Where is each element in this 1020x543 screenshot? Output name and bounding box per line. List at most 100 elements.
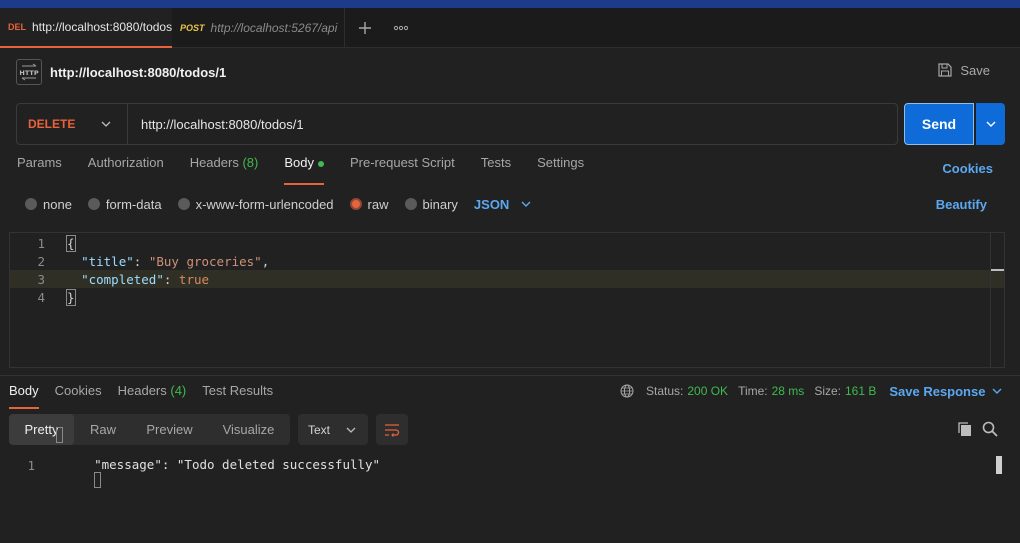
tab-prerequest-script[interactable]: Pre-request Script — [350, 155, 455, 181]
chevron-down-icon — [101, 121, 111, 127]
response-tabs: Body Cookies Headers (4) Test Results — [9, 383, 289, 409]
line-number: 1 — [27, 457, 35, 473]
response-headers-count: (4) — [170, 383, 187, 398]
json-string-value: "Buy groceries" — [148, 253, 262, 269]
tab-url-label: http://localhost:5267/api — [210, 21, 338, 35]
wrap-icon — [385, 423, 400, 437]
method-value: DELETE — [28, 117, 76, 131]
status-value[interactable]: 200 OK — [687, 384, 728, 398]
code-line: 1 { — [10, 234, 1004, 252]
code-line-current: 3 "completed": true — [10, 270, 1004, 288]
cookies-link[interactable]: Cookies — [942, 161, 993, 176]
radio-label: form-data — [105, 196, 162, 212]
save-icon — [938, 63, 952, 77]
editor-scrollbar[interactable] — [990, 233, 1004, 367]
response-body-line: 1 "message": "Todo deleted successfully" — [0, 426, 380, 489]
ellipsis-icon — [393, 25, 409, 31]
radio-label: binary — [422, 196, 458, 212]
line-number: 3 — [37, 271, 45, 287]
body-indicator-dot — [317, 160, 324, 167]
radio-label: x-www-form-urlencoded — [195, 196, 334, 212]
radio-label: none — [43, 196, 72, 212]
tab-method-badge: POST — [180, 23, 205, 33]
tab-delete-todos[interactable]: DEL http://localhost:8080/todos/1 — [0, 8, 172, 48]
radio-circle — [404, 198, 417, 210]
save-label: Save — [960, 62, 990, 78]
json-key: "title" — [81, 253, 134, 269]
response-scrollbar[interactable] — [996, 456, 1002, 474]
json-key: "completed" — [81, 271, 164, 287]
tab-post-api[interactable]: POST http://localhost:5267/api — [172, 8, 345, 48]
radio-label: raw — [367, 196, 389, 212]
send-options-button[interactable] — [976, 103, 1005, 145]
size-value[interactable]: 161 B — [845, 384, 876, 398]
tab-body[interactable]: Body — [284, 155, 324, 185]
request-header: HTTP http://localhost:8080/todos/1 — [16, 58, 226, 86]
tab-settings[interactable]: Settings — [537, 155, 584, 181]
chevron-down-icon — [992, 388, 1002, 394]
copy-button[interactable] — [957, 421, 973, 440]
copy-icon — [958, 422, 971, 436]
time-value[interactable]: 28 ms — [772, 384, 805, 398]
radio-circle-selected — [349, 198, 362, 210]
response-tab-body[interactable]: Body — [9, 383, 39, 409]
tab-authorization[interactable]: Authorization — [88, 155, 164, 181]
json-boolean-value: true — [178, 271, 210, 287]
response-tab-headers[interactable]: Headers (4) — [118, 383, 187, 403]
url-input[interactable]: http://localhost:8080/todos/1 — [128, 117, 304, 132]
save-button[interactable]: Save — [937, 62, 990, 78]
tab-headers[interactable]: Headers (8) — [190, 155, 259, 181]
line-number: 2 — [37, 253, 45, 269]
request-title[interactable]: http://localhost:8080/todos/1 — [50, 65, 226, 80]
url-bar: DELETE http://localhost:8080/todos/1 — [16, 103, 898, 145]
window-top-bar — [0, 0, 1020, 8]
http-icon: HTTP — [16, 59, 42, 85]
body-format-select[interactable]: JSON — [474, 197, 531, 212]
radio-raw[interactable]: raw — [349, 196, 389, 212]
tab-strip: DEL http://localhost:8080/todos/1 POST h… — [0, 8, 1020, 48]
tab-url-label: http://localhost:8080/todos/1 — [32, 20, 172, 34]
tab-body-label: Body — [284, 155, 314, 170]
time-label: Time: — [738, 384, 768, 398]
tab-tests[interactable]: Tests — [481, 155, 511, 181]
headers-count: (8) — [242, 155, 259, 170]
radio-form-data[interactable]: form-data — [87, 196, 162, 212]
beautify-link[interactable]: Beautify — [936, 197, 987, 212]
size-label: Size: — [814, 384, 841, 398]
line-number: 1 — [37, 235, 45, 251]
save-response-button[interactable]: Save Response — [889, 384, 1002, 399]
tab-headers-label: Headers — [189, 155, 239, 170]
plus-icon — [359, 22, 371, 34]
radio-none[interactable]: none — [25, 197, 72, 212]
code-line: 2 "title": "Buy groceries", — [10, 252, 1004, 270]
radio-circle — [25, 198, 37, 210]
save-response-label: Save Response — [889, 383, 986, 399]
new-tab-button[interactable] — [352, 16, 378, 40]
globe-icon[interactable] — [620, 384, 634, 398]
pane-divider[interactable] — [0, 375, 1020, 376]
request-body-editor[interactable]: 1 { 2 "title": "Buy groceries", 3 "compl… — [9, 232, 1005, 368]
method-select[interactable]: DELETE — [17, 104, 128, 144]
code-line: 4 } — [10, 288, 1004, 306]
response-tab-test-results[interactable]: Test Results — [202, 383, 273, 403]
radio-binary[interactable]: binary — [404, 196, 458, 212]
response-headers-label: Headers — [117, 383, 167, 398]
search-icon — [982, 421, 998, 437]
radio-circle — [177, 198, 190, 210]
search-button[interactable] — [982, 421, 998, 440]
radio-urlencoded[interactable]: x-www-form-urlencoded — [177, 196, 334, 212]
tab-params[interactable]: Params — [17, 155, 62, 181]
svg-text:HTTP: HTTP — [19, 69, 38, 77]
more-tabs-button[interactable] — [388, 16, 414, 40]
chevron-down-icon — [986, 121, 995, 127]
wrap-lines-button[interactable] — [376, 414, 408, 445]
response-status-bar: Status: 200 OK Time: 28 ms Size: 161 B S… — [620, 383, 1002, 399]
open-brace: { — [66, 234, 76, 252]
request-tabs: Params Authorization Headers (8) Body Pr… — [17, 155, 610, 185]
response-body-text[interactable]: "message": "Todo deleted successfully" — [46, 426, 380, 504]
response-tab-cookies[interactable]: Cookies — [55, 383, 102, 403]
body-format-value: JSON — [473, 196, 510, 212]
send-button[interactable]: Send — [904, 103, 974, 145]
status-label: Status: — [646, 384, 684, 398]
chevron-down-icon — [521, 201, 531, 207]
